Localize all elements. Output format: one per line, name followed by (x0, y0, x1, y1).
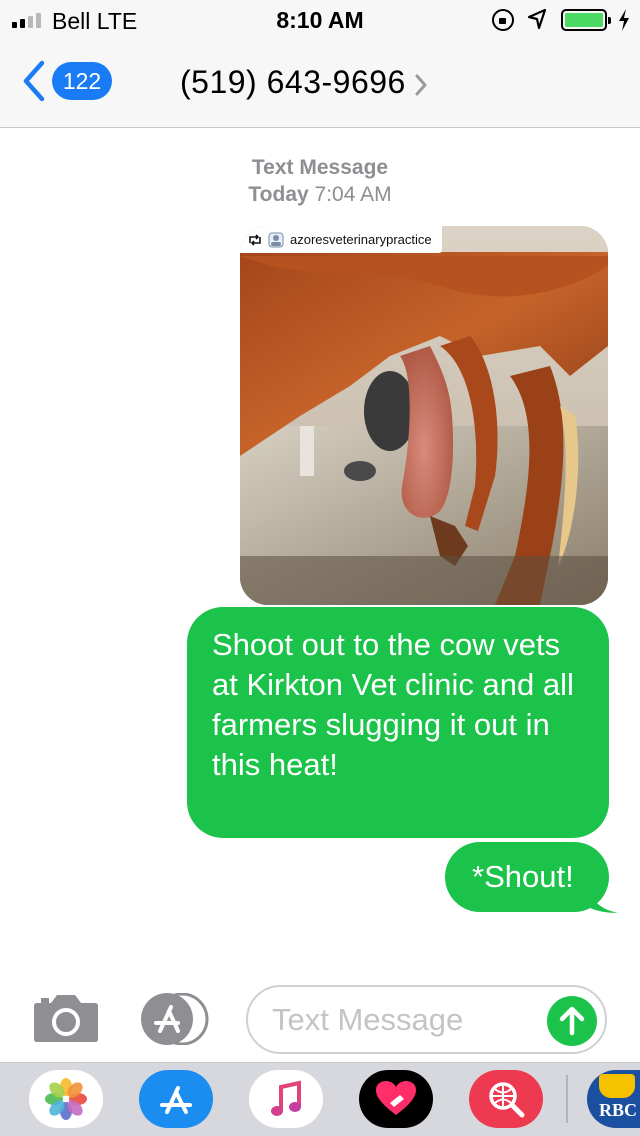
message-input[interactable] (272, 1001, 542, 1039)
back-chevron-icon (23, 60, 45, 102)
charging-bolt-icon (619, 9, 629, 31)
message-bubble[interactable]: Shoot out to the cow vets at Kirkton Vet… (187, 607, 609, 838)
attribution-text: azoresveterinarypractice (290, 232, 432, 247)
message-timestamp: Text Message Today 7:04 AM (0, 154, 640, 208)
profile-icon (268, 232, 284, 247)
rbc-app-icon (599, 1074, 635, 1098)
repost-icon (249, 233, 261, 246)
back-button[interactable]: 122 (22, 60, 112, 102)
photos-app-button[interactable] (29, 1070, 103, 1128)
bubble-tail (588, 887, 618, 913)
message-text: Shoot out to the cow vets at Kirkton Vet… (212, 627, 574, 782)
image-attachment[interactable]: azoresveterinarypractice (240, 226, 608, 605)
web-images-search-app-button[interactable] (469, 1070, 543, 1128)
message-input-container (246, 985, 607, 1054)
service-label: Text Message (251, 156, 389, 179)
drawer-divider (566, 1075, 568, 1123)
app-store-app-icon (160, 1086, 192, 1114)
app-store-button[interactable] (140, 992, 212, 1050)
attribution-banner: azoresveterinarypractice (240, 226, 442, 253)
orientation-lock-icon (492, 9, 514, 31)
unread-count-badge: 122 (52, 62, 112, 100)
music-app-button[interactable] (249, 1070, 323, 1128)
app-drawer: RBC (0, 1062, 640, 1136)
timestamp-day: Today (248, 183, 309, 206)
conversation-header: 122 (519) 643-9696 (0, 40, 640, 128)
rbc-app-button[interactable]: RBC (587, 1070, 640, 1128)
location-icon (527, 8, 547, 30)
app-store-icon (141, 992, 209, 1046)
message-bubble[interactable]: *Shout! (445, 842, 609, 912)
send-arrow-icon (559, 1006, 585, 1036)
photos-app-icon (45, 1078, 87, 1120)
battery-icon (561, 9, 611, 31)
timestamp-line: Today 7:04 AM (0, 181, 640, 208)
rbc-label: RBC (599, 1100, 638, 1120)
cow-photo (240, 226, 608, 605)
contact-details-chevron-icon (415, 74, 427, 95)
contact-button[interactable]: (519) 643-9696 (180, 64, 428, 101)
send-button[interactable] (547, 996, 597, 1046)
web-images-search-app-icon (489, 1082, 525, 1118)
digital-touch-app-icon (376, 1081, 416, 1115)
timestamp-time: 7:04 AM (314, 183, 392, 206)
digital-touch-app-button[interactable] (359, 1070, 433, 1128)
contact-name: (519) 643-9696 (180, 64, 406, 100)
status-bar: Bell LTE 8:10 AM (0, 0, 640, 40)
camera-button[interactable] (33, 993, 99, 1048)
music-app-icon (271, 1080, 301, 1116)
camera-icon (34, 995, 98, 1042)
app-store-app-button[interactable] (139, 1070, 213, 1128)
